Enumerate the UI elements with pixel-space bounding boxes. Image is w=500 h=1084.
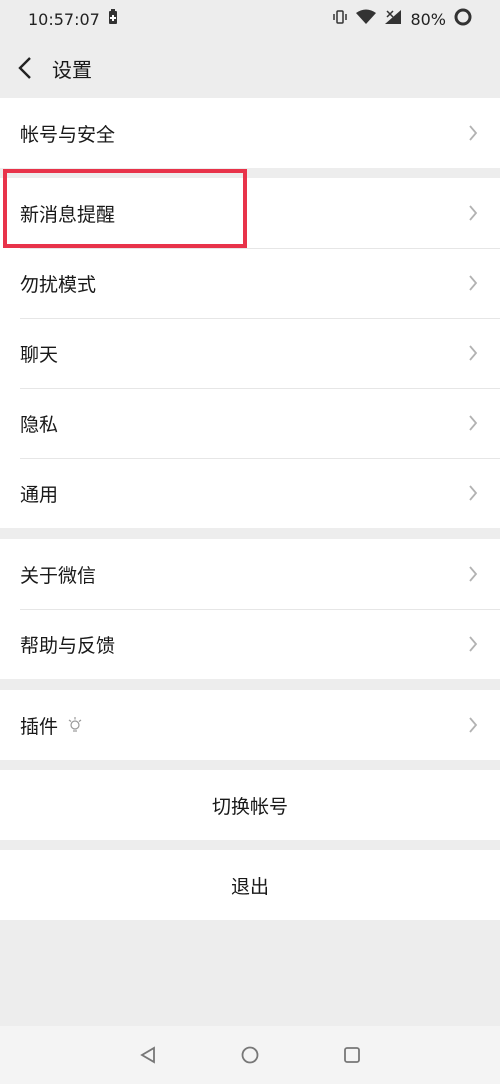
about-wechat-item[interactable]: 关于微信 [0, 539, 500, 609]
chevron-right-icon [469, 125, 478, 141]
switch-account-button[interactable]: 切换帐号 [0, 770, 500, 840]
system-recents-button[interactable] [301, 1026, 403, 1084]
privacy-label: 隐私 [20, 413, 59, 436]
page-title: 设置 [52, 57, 92, 82]
vibrate-icon [332, 9, 348, 29]
switch-account-group: 切换帐号 [0, 770, 500, 840]
do-not-disturb-item[interactable]: 勿扰模式 [0, 248, 500, 318]
plugins-label: 插件 [20, 715, 59, 738]
settings-group-preferences: 新消息提醒 勿扰模式 聊天 隐私 通用 [0, 178, 500, 528]
cell-signal-icon [384, 9, 402, 29]
chevron-right-icon [469, 205, 478, 221]
status-bar: 10:57:07 80% [0, 0, 500, 38]
chevron-right-icon [469, 485, 478, 501]
triangle-back-icon [140, 1046, 155, 1064]
general-item[interactable]: 通用 [0, 458, 500, 528]
account-security-label: 帐号与安全 [20, 123, 116, 146]
chevron-right-icon [469, 717, 478, 733]
help-feedback-label: 帮助与反馈 [20, 634, 116, 657]
back-arrow-icon [18, 57, 31, 79]
square-recents-icon [344, 1047, 360, 1063]
system-nav-bar [0, 1026, 500, 1084]
settings-group-plugins: 插件 [0, 690, 500, 760]
logout-button[interactable]: 退出 [0, 850, 500, 920]
chat-item[interactable]: 聊天 [0, 318, 500, 388]
nav-bar: 设置 [0, 38, 500, 98]
system-back-button[interactable] [97, 1026, 199, 1084]
chat-label: 聊天 [20, 343, 59, 366]
account-security-item[interactable]: 帐号与安全 [0, 98, 500, 168]
plugin-bulb-icon [68, 717, 82, 733]
battery-ring-icon [454, 8, 472, 30]
do-not-disturb-label: 勿扰模式 [20, 273, 97, 296]
chevron-right-icon [469, 345, 478, 361]
chevron-right-icon [469, 566, 478, 582]
about-wechat-label: 关于微信 [20, 564, 97, 587]
help-feedback-item[interactable]: 帮助与反馈 [0, 609, 500, 679]
new-message-notification-item[interactable]: 新消息提醒 [0, 178, 500, 248]
general-label: 通用 [20, 483, 59, 506]
chevron-right-icon [469, 275, 478, 291]
battery-percent: 80% [410, 9, 446, 29]
chevron-right-icon [469, 636, 478, 652]
wifi-icon [356, 9, 377, 29]
privacy-item[interactable]: 隐私 [0, 388, 500, 458]
settings-group-about: 关于微信 帮助与反馈 [0, 539, 500, 679]
battery-saver-icon [108, 9, 118, 29]
chevron-right-icon [469, 415, 478, 431]
new-message-notification-label: 新消息提醒 [20, 203, 116, 226]
back-button[interactable] [2, 38, 48, 98]
plugins-item[interactable]: 插件 [0, 690, 500, 760]
system-home-button[interactable] [199, 1026, 301, 1084]
settings-group-account: 帐号与安全 [0, 98, 500, 168]
circle-home-icon [241, 1046, 259, 1064]
logout-group: 退出 [0, 850, 500, 920]
status-time: 10:57:07 [28, 9, 100, 29]
